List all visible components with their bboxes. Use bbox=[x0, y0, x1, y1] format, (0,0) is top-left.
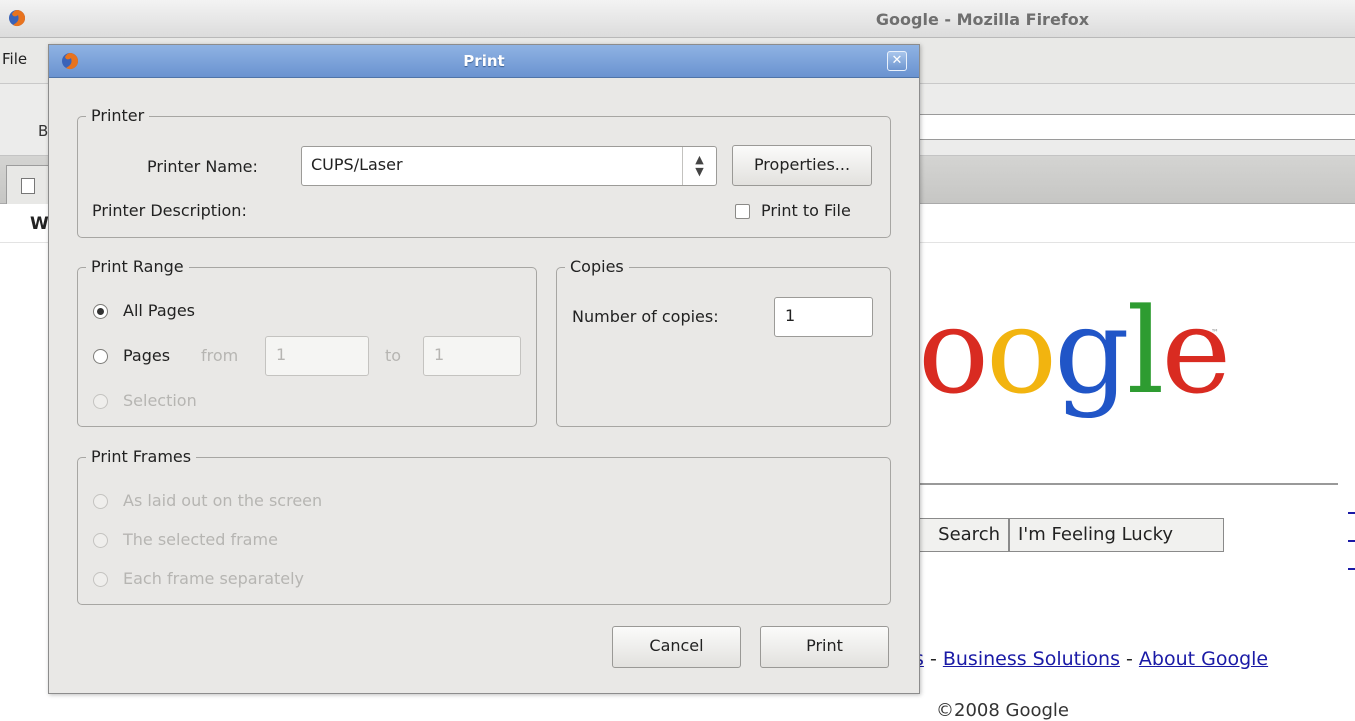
print-to-file-checkbox[interactable] bbox=[735, 204, 750, 219]
printer-name-value: CUPS/Laser bbox=[311, 155, 403, 174]
side-links[interactable] bbox=[1348, 486, 1355, 570]
cancel-button[interactable]: Cancel bbox=[612, 626, 741, 668]
trademark-mark: ™ bbox=[1211, 328, 1219, 337]
dialog-title: Print bbox=[463, 52, 505, 70]
copies-legend: Copies bbox=[565, 257, 629, 277]
back-button-label[interactable]: B bbox=[38, 122, 48, 140]
side-link[interactable] bbox=[1348, 542, 1355, 570]
to-page-input[interactable]: 1 bbox=[423, 336, 521, 376]
from-page-input[interactable]: 1 bbox=[265, 336, 369, 376]
as-laid-out-label: As laid out on the screen bbox=[123, 491, 323, 510]
printer-name-label: Printer Name: bbox=[147, 157, 258, 176]
logo-letter: e bbox=[1161, 282, 1231, 420]
number-of-copies-label: Number of copies: bbox=[572, 307, 719, 326]
dialog-titlebar[interactable]: Print ✕ bbox=[49, 45, 919, 78]
as-laid-out-radio[interactable] bbox=[93, 494, 108, 509]
logo-letter: g bbox=[1054, 282, 1130, 420]
google-logo: oogle bbox=[918, 276, 1231, 426]
search-input[interactable] bbox=[918, 483, 1338, 485]
updown-arrows-icon: ▲ ▼ bbox=[682, 147, 716, 185]
footer-separator: - bbox=[923, 648, 943, 670]
side-link[interactable] bbox=[1348, 514, 1355, 542]
print-range-legend: Print Range bbox=[86, 257, 189, 277]
logo-letter: l bbox=[1126, 282, 1165, 420]
footer-link-business[interactable]: Business Solutions bbox=[943, 648, 1120, 670]
logo-letter: o bbox=[918, 282, 989, 420]
menu-file[interactable]: File bbox=[2, 50, 27, 68]
selected-frame-radio[interactable] bbox=[93, 533, 108, 548]
side-link[interactable] bbox=[1348, 486, 1355, 514]
number-of-copies-input[interactable]: 1 bbox=[774, 297, 873, 337]
page-icon bbox=[21, 178, 35, 194]
logo-letter: o bbox=[986, 282, 1057, 420]
bookmarks-bar-item[interactable]: W bbox=[30, 214, 49, 234]
copyright: ©2008 Google bbox=[936, 700, 1070, 721]
printer-name-select[interactable]: CUPS/Laser ▲ ▼ bbox=[301, 146, 717, 186]
all-pages-label: All Pages bbox=[123, 301, 195, 320]
feeling-lucky-button[interactable]: I'm Feeling Lucky bbox=[1009, 518, 1224, 552]
properties-button[interactable]: Properties... bbox=[732, 145, 872, 186]
close-icon[interactable]: ✕ bbox=[887, 51, 907, 71]
footer-link-about[interactable]: About Google bbox=[1139, 648, 1268, 670]
pages-label: Pages bbox=[123, 346, 171, 365]
selected-frame-label: The selected frame bbox=[123, 530, 278, 549]
print-button[interactable]: Print bbox=[760, 626, 889, 668]
selection-radio[interactable] bbox=[93, 394, 108, 409]
copies-group: Copies bbox=[556, 257, 891, 427]
print-to-file-label: Print to File bbox=[761, 201, 851, 220]
google-search-button[interactable]: Search bbox=[905, 518, 1009, 552]
selection-label: Selection bbox=[123, 391, 197, 410]
each-frame-label: Each frame separately bbox=[123, 569, 305, 588]
each-frame-radio[interactable] bbox=[93, 572, 108, 587]
print-dialog: Print ✕ Printer Printer Name: CUPS/Laser… bbox=[48, 44, 920, 694]
footer-separator: - bbox=[1119, 648, 1139, 670]
footer-links: s - Business Solutions - About Google bbox=[914, 648, 1268, 670]
from-label: from bbox=[201, 346, 239, 365]
to-label: to bbox=[385, 346, 402, 365]
printer-description-label: Printer Description: bbox=[92, 201, 247, 220]
firefox-titlebar: Google - Mozilla Firefox bbox=[0, 0, 1355, 38]
pages-radio[interactable] bbox=[93, 349, 108, 364]
url-bar[interactable] bbox=[918, 114, 1355, 140]
print-frames-legend: Print Frames bbox=[86, 447, 197, 467]
window-title: Google - Mozilla Firefox bbox=[875, 10, 1090, 29]
all-pages-radio[interactable] bbox=[93, 304, 108, 319]
printer-legend: Printer bbox=[86, 106, 150, 126]
